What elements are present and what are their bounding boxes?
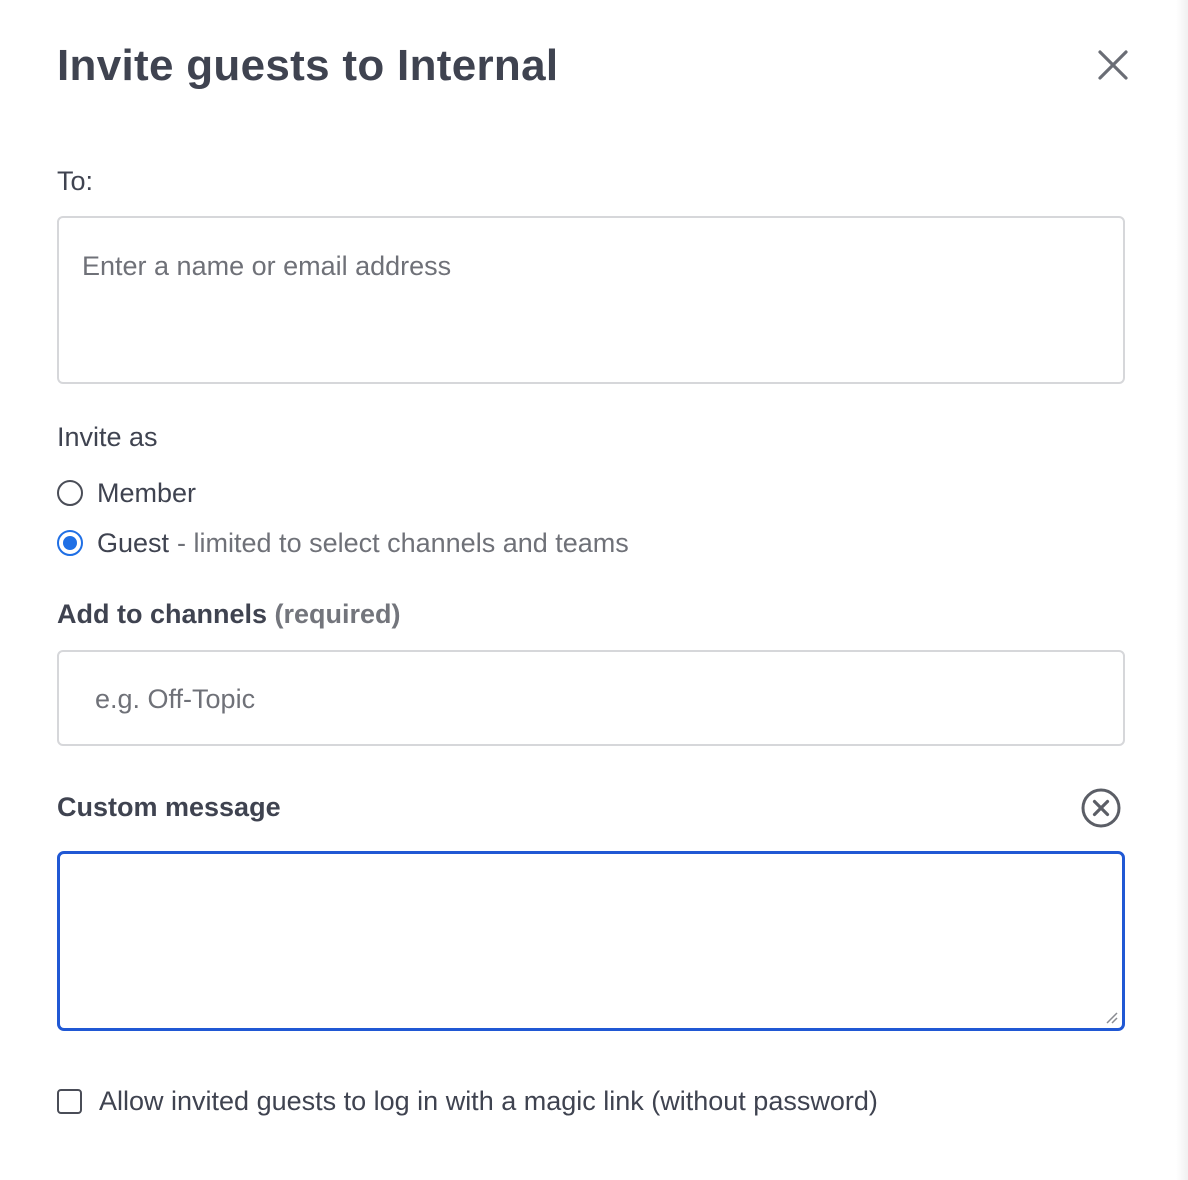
member-radio[interactable]: [57, 480, 83, 506]
magic-link-option[interactable]: Allow invited guests to log in with a ma…: [57, 1084, 878, 1118]
magic-link-label: Allow invited guests to log in with a ma…: [99, 1086, 878, 1116]
close-icon: [1098, 50, 1128, 80]
clear-custom-message-button[interactable]: [1080, 787, 1122, 829]
guest-radio-label: Guest: [97, 528, 170, 558]
channels-input[interactable]: e.g. Off-Topic: [57, 650, 1125, 746]
magic-link-checkbox[interactable]: [57, 1088, 82, 1114]
guest-radio[interactable]: [57, 530, 83, 556]
resize-grip-icon[interactable]: [1104, 1010, 1118, 1024]
channels-label-text: Add to channels: [57, 599, 268, 629]
channels-input-placeholder: e.g. Off-Topic: [95, 684, 256, 714]
dialog-edge-shadow: [1176, 0, 1188, 1180]
guest-radio-description: - limited to select channels and teams: [177, 528, 629, 558]
close-button[interactable]: [1092, 44, 1134, 86]
invite-as-guest-option[interactable]: Guest - limited to select channels and t…: [57, 526, 629, 560]
invite-as-label: Invite as: [57, 422, 158, 452]
channels-required-note: (required): [274, 599, 401, 629]
invite-as-member-option[interactable]: Member: [57, 476, 196, 510]
custom-message-label: Custom message: [57, 792, 281, 822]
to-input-placeholder: Enter a name or email address: [82, 251, 452, 281]
channels-label: Add to channels (required): [57, 597, 401, 631]
to-input[interactable]: Enter a name or email address: [57, 216, 1125, 384]
invite-guests-dialog: Invite guests to Internal To: Enter a na…: [0, 0, 1188, 1180]
to-label: To:: [57, 166, 94, 196]
custom-message-textarea[interactable]: [57, 851, 1125, 1031]
dialog-title: Invite guests to Internal: [57, 41, 559, 90]
circle-x-icon: [1081, 788, 1121, 828]
member-radio-label: Member: [97, 478, 197, 508]
